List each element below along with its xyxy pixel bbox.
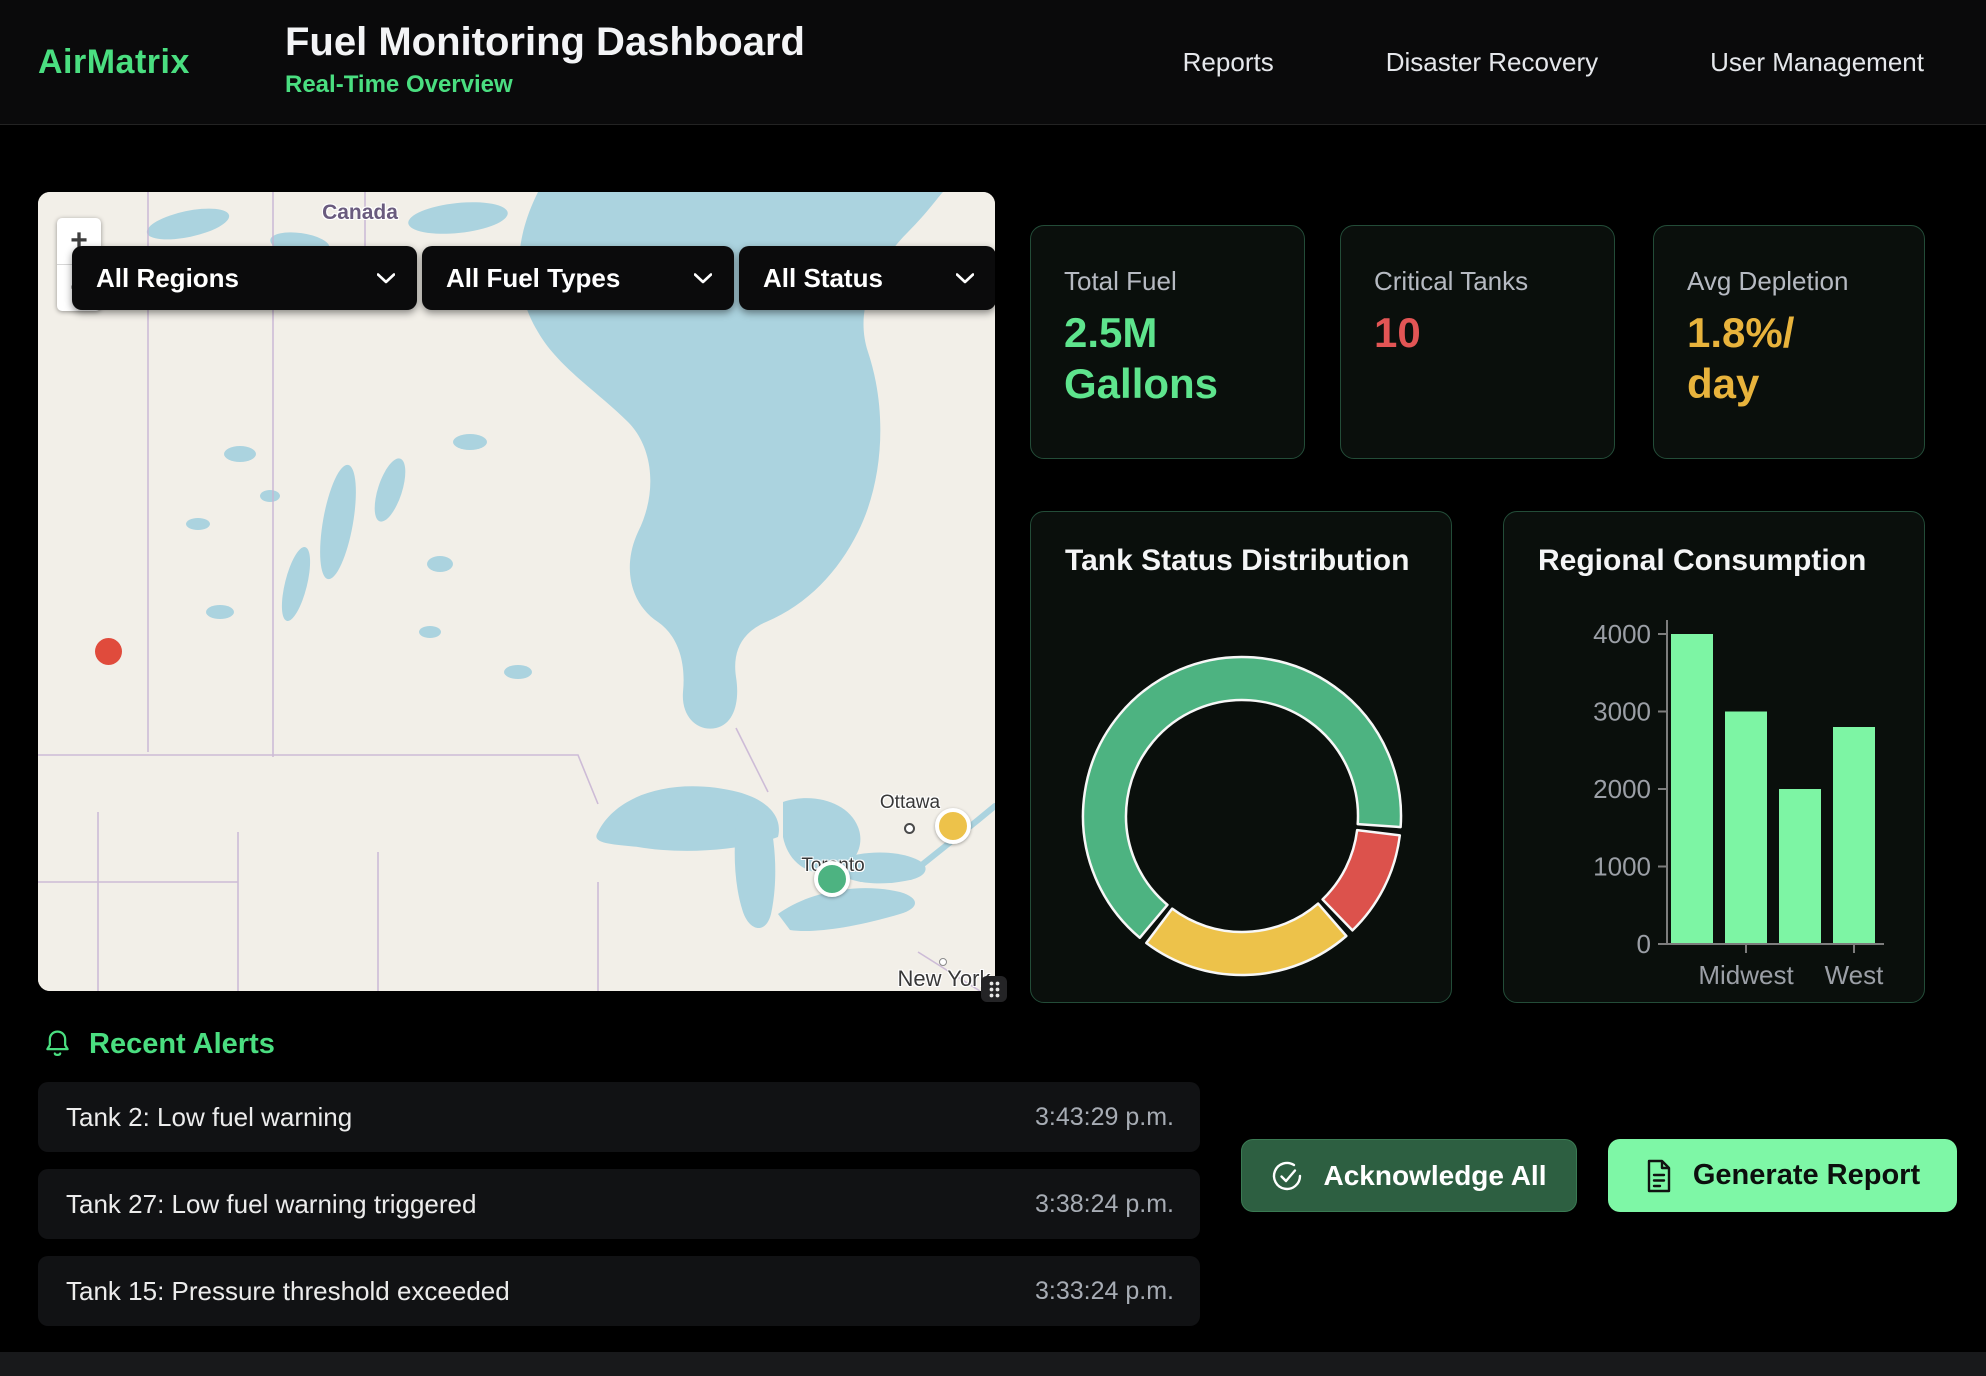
grip-dots-icon[interactable] xyxy=(981,976,1007,1002)
bar-chart: 0 1000 2000 3000 4000 Midwest West xyxy=(1504,512,1926,1004)
tank-marker-warning[interactable] xyxy=(935,808,971,844)
file-text-icon xyxy=(1645,1159,1673,1193)
page-subtitle: Real-Time Overview xyxy=(285,71,805,99)
kpi-label: Total Fuel xyxy=(1064,266,1284,297)
kpi-value: 1.8%/day xyxy=(1687,307,1904,409)
alert-message: Tank 2: Low fuel warning xyxy=(66,1102,352,1133)
alert-row[interactable]: Tank 2: Low fuel warning 3:43:29 p.m. xyxy=(38,1082,1200,1152)
nav-item-user-management[interactable]: User Management xyxy=(1710,47,1924,78)
tank-marker-normal[interactable] xyxy=(814,861,850,897)
region-filter-value: All Regions xyxy=(96,263,239,294)
alert-timestamp: 3:33:24 p.m. xyxy=(1035,1277,1174,1306)
alerts-heading: Recent Alerts xyxy=(44,1028,275,1061)
map-label-new-york: New York xyxy=(898,966,991,991)
title-block: Fuel Monitoring Dashboard Real-Time Over… xyxy=(285,21,805,99)
app-header: AirMatrix Fuel Monitoring Dashboard Real… xyxy=(0,0,1986,125)
alert-timestamp: 3:43:29 p.m. xyxy=(1035,1103,1174,1132)
main-nav: Reports Disaster Recovery User Managemen… xyxy=(1183,0,1924,124)
tank-marker-critical[interactable] xyxy=(95,638,122,665)
svg-text:Midwest: Midwest xyxy=(1698,960,1794,990)
map-panel[interactable]: + − All Regions All Fuel Types All Statu… xyxy=(38,192,995,991)
nav-item-reports[interactable]: Reports xyxy=(1183,47,1274,78)
brand-logo: AirMatrix xyxy=(38,0,190,124)
map-label-canada: Canada xyxy=(322,201,398,225)
generate-report-button[interactable]: Generate Report xyxy=(1608,1139,1957,1212)
kpi-label: Critical Tanks xyxy=(1374,266,1594,297)
fuel-type-filter-value: All Fuel Types xyxy=(446,263,620,294)
svg-text:2000: 2000 xyxy=(1593,774,1651,804)
kpi-card-avg-depletion: Avg Depletion 1.8%/day xyxy=(1653,225,1925,459)
donut-slice-critical xyxy=(1323,830,1400,930)
kpi-card-critical-tanks: Critical Tanks 10 xyxy=(1340,225,1615,459)
ottawa-town-dot xyxy=(904,823,915,834)
page-title: Fuel Monitoring Dashboard xyxy=(285,21,805,63)
bottom-bar xyxy=(0,1352,1986,1376)
bar-1 xyxy=(1725,712,1767,944)
chevron-down-icon xyxy=(956,273,974,284)
new-york-town-dot xyxy=(939,958,947,966)
map-filters: All Regions All Fuel Types All Status xyxy=(72,246,995,310)
kpi-value: 2.5MGallons xyxy=(1064,307,1284,409)
alert-row[interactable]: Tank 27: Low fuel warning triggered 3:38… xyxy=(38,1169,1200,1239)
kpi-card-total-fuel: Total Fuel 2.5MGallons xyxy=(1030,225,1305,459)
region-filter-dropdown[interactable]: All Regions xyxy=(72,246,417,310)
svg-text:3000: 3000 xyxy=(1593,697,1651,727)
alert-message: Tank 15: Pressure threshold exceeded xyxy=(66,1276,510,1307)
alerts-heading-text: Recent Alerts xyxy=(89,1028,275,1061)
acknowledge-all-button[interactable]: Acknowledge All xyxy=(1241,1139,1577,1212)
generate-report-label: Generate Report xyxy=(1693,1159,1920,1192)
svg-text:4000: 4000 xyxy=(1593,619,1651,649)
chevron-down-icon xyxy=(377,273,395,284)
alert-message: Tank 27: Low fuel warning triggered xyxy=(66,1189,476,1220)
kpi-label: Avg Depletion xyxy=(1687,266,1904,297)
acknowledge-all-label: Acknowledge All xyxy=(1323,1160,1546,1192)
status-filter-dropdown[interactable]: All Status xyxy=(739,246,995,310)
map-label-ottawa: Ottawa xyxy=(880,792,940,814)
bar-3 xyxy=(1833,727,1875,943)
fuel-type-filter-dropdown[interactable]: All Fuel Types xyxy=(422,246,734,310)
bar-0 xyxy=(1671,634,1713,943)
svg-text:West: West xyxy=(1825,960,1885,990)
bar-2 xyxy=(1779,789,1821,943)
donut-slice-warning xyxy=(1146,904,1346,975)
alert-timestamp: 3:38:24 p.m. xyxy=(1035,1190,1174,1219)
alert-row[interactable]: Tank 15: Pressure threshold exceeded 3:3… xyxy=(38,1256,1200,1326)
donut-chart xyxy=(1031,512,1453,1004)
chevron-down-icon xyxy=(694,273,712,284)
check-circle-icon xyxy=(1271,1160,1303,1192)
nav-item-disaster-recovery[interactable]: Disaster Recovery xyxy=(1386,47,1598,78)
bell-icon xyxy=(44,1029,71,1060)
tank-status-distribution-card: Tank Status Distribution xyxy=(1030,511,1452,1003)
svg-text:0: 0 xyxy=(1637,929,1651,959)
svg-text:1000: 1000 xyxy=(1593,852,1651,882)
status-filter-value: All Status xyxy=(763,263,883,294)
kpi-value: 10 xyxy=(1374,307,1594,358)
regional-consumption-card: Regional Consumption 01000200030004000Mi… xyxy=(1503,511,1925,1003)
